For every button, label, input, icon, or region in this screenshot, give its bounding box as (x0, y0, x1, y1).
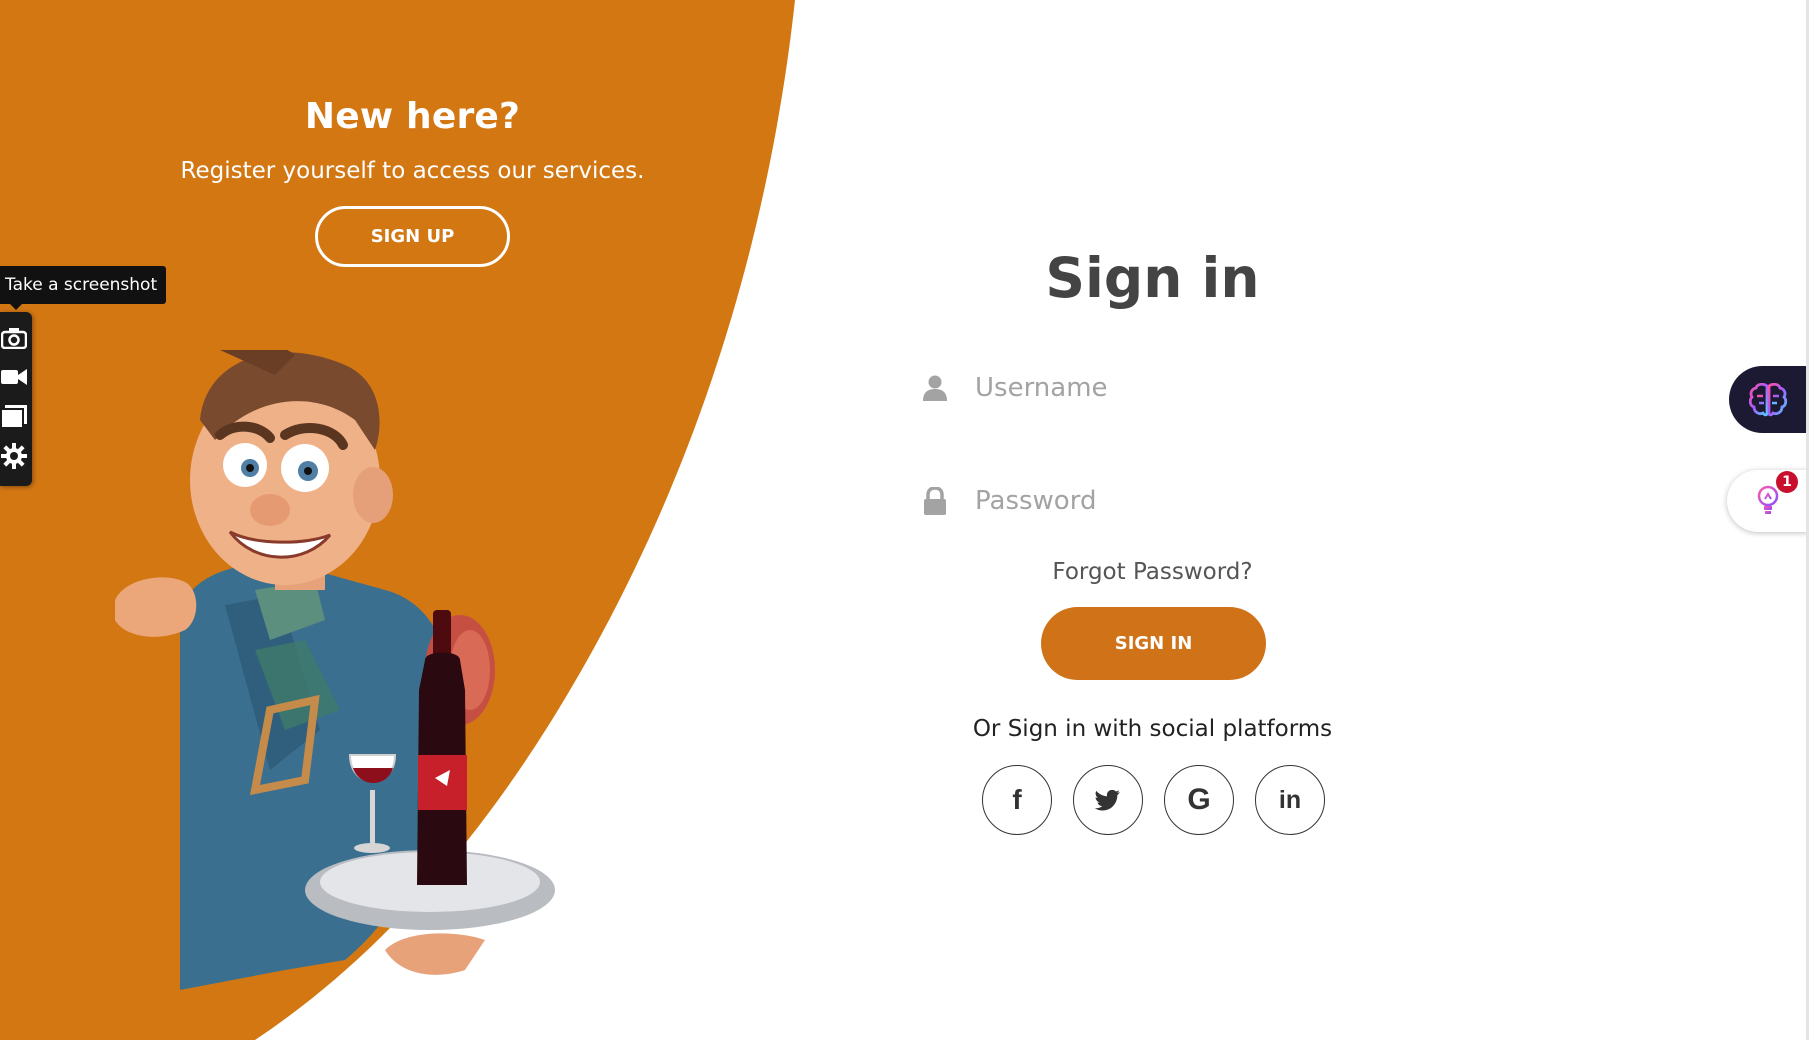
lock-icon (900, 466, 970, 536)
linkedin-button[interactable]: in (1255, 765, 1325, 835)
sign-in-title: Sign in (1045, 246, 1260, 310)
brain-widget[interactable] (1729, 366, 1809, 433)
notification-badge: 1 (1776, 471, 1798, 493)
social-buttons: f G in (982, 765, 1346, 835)
tooltip-arrow (8, 302, 24, 310)
twitter-icon (1095, 789, 1120, 811)
sign-in-button[interactable]: SIGN IN (1041, 607, 1266, 680)
forgot-password-link[interactable]: Forgot Password? (900, 559, 1405, 585)
google-button[interactable]: G (1164, 765, 1234, 835)
camera-icon[interactable] (0, 321, 28, 355)
page-root: New here? Register yourself to access ou… (0, 0, 1809, 1040)
screenshot-toolbar (0, 312, 32, 486)
new-here-subtitle: Register yourself to access our services… (180, 158, 645, 184)
user-icon (900, 353, 970, 423)
social-platforms-text: Or Sign in with social platforms (972, 716, 1333, 742)
username-field-row (900, 353, 1405, 423)
twitter-button[interactable] (1073, 765, 1143, 835)
password-field-row (900, 466, 1405, 536)
google-icon: G (1187, 783, 1211, 816)
sign-up-button[interactable]: SIGN UP (315, 206, 510, 267)
linkedin-icon: in (1278, 785, 1302, 814)
waiter-illustration (115, 350, 555, 990)
window-icon[interactable] (0, 400, 28, 434)
facebook-icon: f (1012, 784, 1022, 815)
lightbulb-icon (1757, 485, 1779, 514)
facebook-button[interactable]: f (982, 765, 1052, 835)
gear-icon[interactable] (0, 439, 28, 473)
username-input[interactable] (970, 353, 1390, 423)
screenshot-tooltip: Take a screenshot (0, 266, 167, 304)
new-here-title: New here? (304, 96, 521, 137)
password-input[interactable] (970, 466, 1390, 536)
video-icon[interactable] (0, 360, 28, 394)
brain-icon (1749, 382, 1787, 416)
